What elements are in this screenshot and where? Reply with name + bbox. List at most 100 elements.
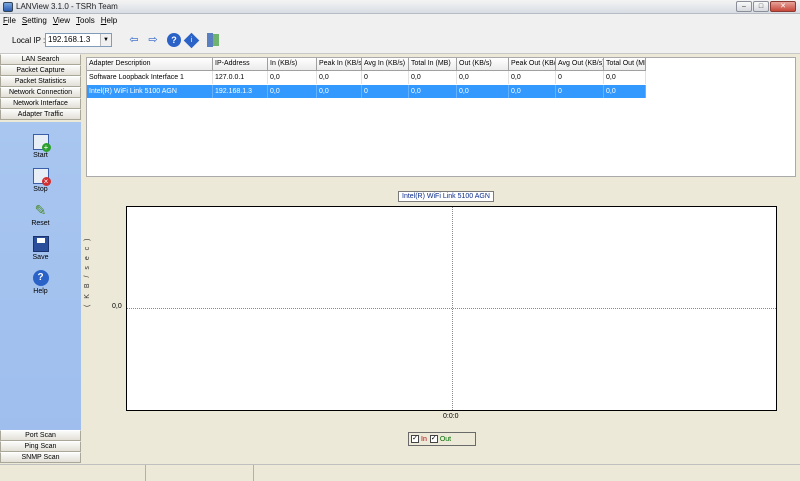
start-label: Start <box>33 152 48 159</box>
table-cell: 0,0 <box>317 85 362 98</box>
exit-door-icon[interactable] <box>206 33 220 47</box>
adapter-table: Adapter Description IP-Address In (KB/s)… <box>86 57 796 177</box>
nav-adapter-traffic[interactable]: Adapter Traffic <box>0 109 81 120</box>
table-cell: 0 <box>362 85 409 98</box>
table-cell: 127.0.0.1 <box>213 71 268 84</box>
minimize-button[interactable]: – <box>736 1 752 12</box>
table-cell: 0,0 <box>509 85 556 98</box>
status-panel <box>0 465 146 481</box>
legend-out-label: Out <box>439 435 452 443</box>
app-icon <box>3 2 13 12</box>
stop-action[interactable]: Stop <box>0 168 81 193</box>
column-header[interactable]: Total Out (MB) <box>604 58 646 71</box>
column-header[interactable]: Peak Out (KB/s) <box>509 58 556 71</box>
in-series-checkbox[interactable]: ✓ <box>411 435 419 443</box>
table-cell: 192.168.1.3 <box>213 85 268 98</box>
nav-network-interface[interactable]: Network Interface <box>0 98 81 109</box>
help-icon[interactable]: ? <box>167 33 181 47</box>
menu-help[interactable]: Help <box>101 14 117 27</box>
out-series-checkbox[interactable]: ✓ <box>429 435 438 443</box>
chevron-down-icon[interactable]: ▼ <box>100 34 111 46</box>
sidebar: LAN Search Packet Capture Packet Statist… <box>0 54 81 464</box>
x-tick-label: 0:0:0 <box>443 413 459 420</box>
table-cell: 0 <box>556 85 604 98</box>
chart-title: Intel(R) WiFi Link 5100 AGN <box>398 191 494 202</box>
column-header[interactable]: Peak In (KB/s) <box>317 58 362 71</box>
menu-view[interactable]: View <box>53 14 70 27</box>
table-cell: 0,0 <box>604 71 646 84</box>
nav-packet-statistics[interactable]: Packet Statistics <box>0 76 81 87</box>
table-cell: 0,0 <box>268 71 317 84</box>
plot-area <box>126 206 777 411</box>
close-button[interactable]: ✕ <box>770 1 796 12</box>
legend-in-label: In <box>421 435 427 443</box>
arrow-left-icon[interactable]: ⇦ <box>127 33 141 47</box>
local-ip-select[interactable]: 192.168.1.3 ▼ <box>45 33 112 47</box>
menu-file[interactable]: File <box>3 14 16 27</box>
stop-label: Stop <box>33 186 48 193</box>
column-header[interactable]: IP-Address <box>213 58 268 71</box>
nav-ping-scan[interactable]: Ping Scan <box>0 441 81 452</box>
local-ip-label: Local IP : <box>12 36 46 45</box>
info-icon[interactable]: i <box>183 32 200 49</box>
table-cell: Software Loopback Interface 1 <box>87 71 213 84</box>
adapter-traffic-actions: Start Stop ✎ Reset Save ? Help <box>0 122 81 430</box>
table-cell: 0,0 <box>604 85 646 98</box>
maximize-button[interactable]: □ <box>753 1 769 12</box>
nav-snmp-scan[interactable]: SNMP Scan <box>0 452 81 463</box>
nav-port-scan[interactable]: Port Scan <box>0 430 81 441</box>
legend: ✓ In ✓ Out <box>408 432 476 446</box>
reset-label: Reset <box>31 220 50 227</box>
window-controls: – □ ✕ <box>735 1 796 13</box>
window-title: LANView 3.1.0 - TSRh Team <box>16 2 118 11</box>
table-cell: Intel(R) WiFi Link 5100 AGN <box>87 85 213 98</box>
arrow-right-icon[interactable]: ⇨ <box>146 33 160 47</box>
column-header[interactable]: Total In (MB) <box>409 58 457 71</box>
column-header[interactable]: In (KB/s) <box>268 58 317 71</box>
menu-setting[interactable]: Setting <box>22 14 47 27</box>
menu-tools[interactable]: Tools <box>76 14 95 27</box>
broom-icon[interactable]: ✎ <box>33 202 49 218</box>
sidebar-bottom: Port Scan Ping Scan SNMP Scan <box>0 430 81 463</box>
nav-lan-search[interactable]: LAN Search <box>0 54 81 65</box>
table-row-selected[interactable]: Intel(R) WiFi Link 5100 AGN 192.168.1.3 … <box>87 85 646 98</box>
save-action[interactable]: Save <box>0 236 81 261</box>
y-axis-label: ( K B / s e c ) <box>84 236 91 307</box>
table-cell: 0,0 <box>509 71 556 84</box>
column-header[interactable]: Adapter Description <box>87 58 213 71</box>
table-cell: 0 <box>556 71 604 84</box>
help-action[interactable]: ? Help <box>0 270 81 295</box>
save-label: Save <box>32 254 49 261</box>
status-bar <box>0 464 800 481</box>
help-label: Help <box>33 288 48 295</box>
column-header[interactable]: Avg In (KB/s) <box>362 58 409 71</box>
status-panel <box>254 465 800 481</box>
table-cell: 0,0 <box>409 85 457 98</box>
help-icon[interactable]: ? <box>32 270 49 286</box>
table-cell: 0 <box>362 71 409 84</box>
stop-icon[interactable] <box>32 168 51 186</box>
nav-network-connection[interactable]: Network Connection <box>0 87 81 98</box>
column-header[interactable]: Avg Out (KB/s) <box>556 58 604 71</box>
traffic-graph: Intel(R) WiFi Link 5100 AGN ( K B / s e … <box>84 181 796 463</box>
table-cell: 0,0 <box>409 71 457 84</box>
menu-bar: File Setting View Tools Help <box>0 14 800 27</box>
table-cell: 0,0 <box>457 85 509 98</box>
start-action[interactable]: Start <box>0 134 81 159</box>
table-row[interactable]: Software Loopback Interface 1 127.0.0.1 … <box>87 71 646 84</box>
table-cell: 0,0 <box>268 85 317 98</box>
table-cell: 0,0 <box>457 71 509 84</box>
nav-packet-capture[interactable]: Packet Capture <box>0 65 81 76</box>
table-header: Adapter Description IP-Address In (KB/s)… <box>87 58 646 71</box>
column-header[interactable]: Out (KB/s) <box>457 58 509 71</box>
grid-line-horizontal <box>127 308 776 309</box>
title-bar: LANView 3.1.0 - TSRh Team – □ ✕ <box>0 0 800 14</box>
status-panel <box>146 465 254 481</box>
toolbar: Local IP : 192.168.1.3 ▼ ⇦ ⇨ ? i <box>0 27 800 54</box>
start-icon[interactable] <box>32 134 51 152</box>
table-cell: 0,0 <box>317 71 362 84</box>
reset-action[interactable]: ✎ Reset <box>0 202 81 227</box>
floppy-disk-icon[interactable] <box>32 236 49 252</box>
local-ip-value: 192.168.1.3 <box>48 35 91 44</box>
y-tick-label: 0,0 <box>112 303 122 310</box>
